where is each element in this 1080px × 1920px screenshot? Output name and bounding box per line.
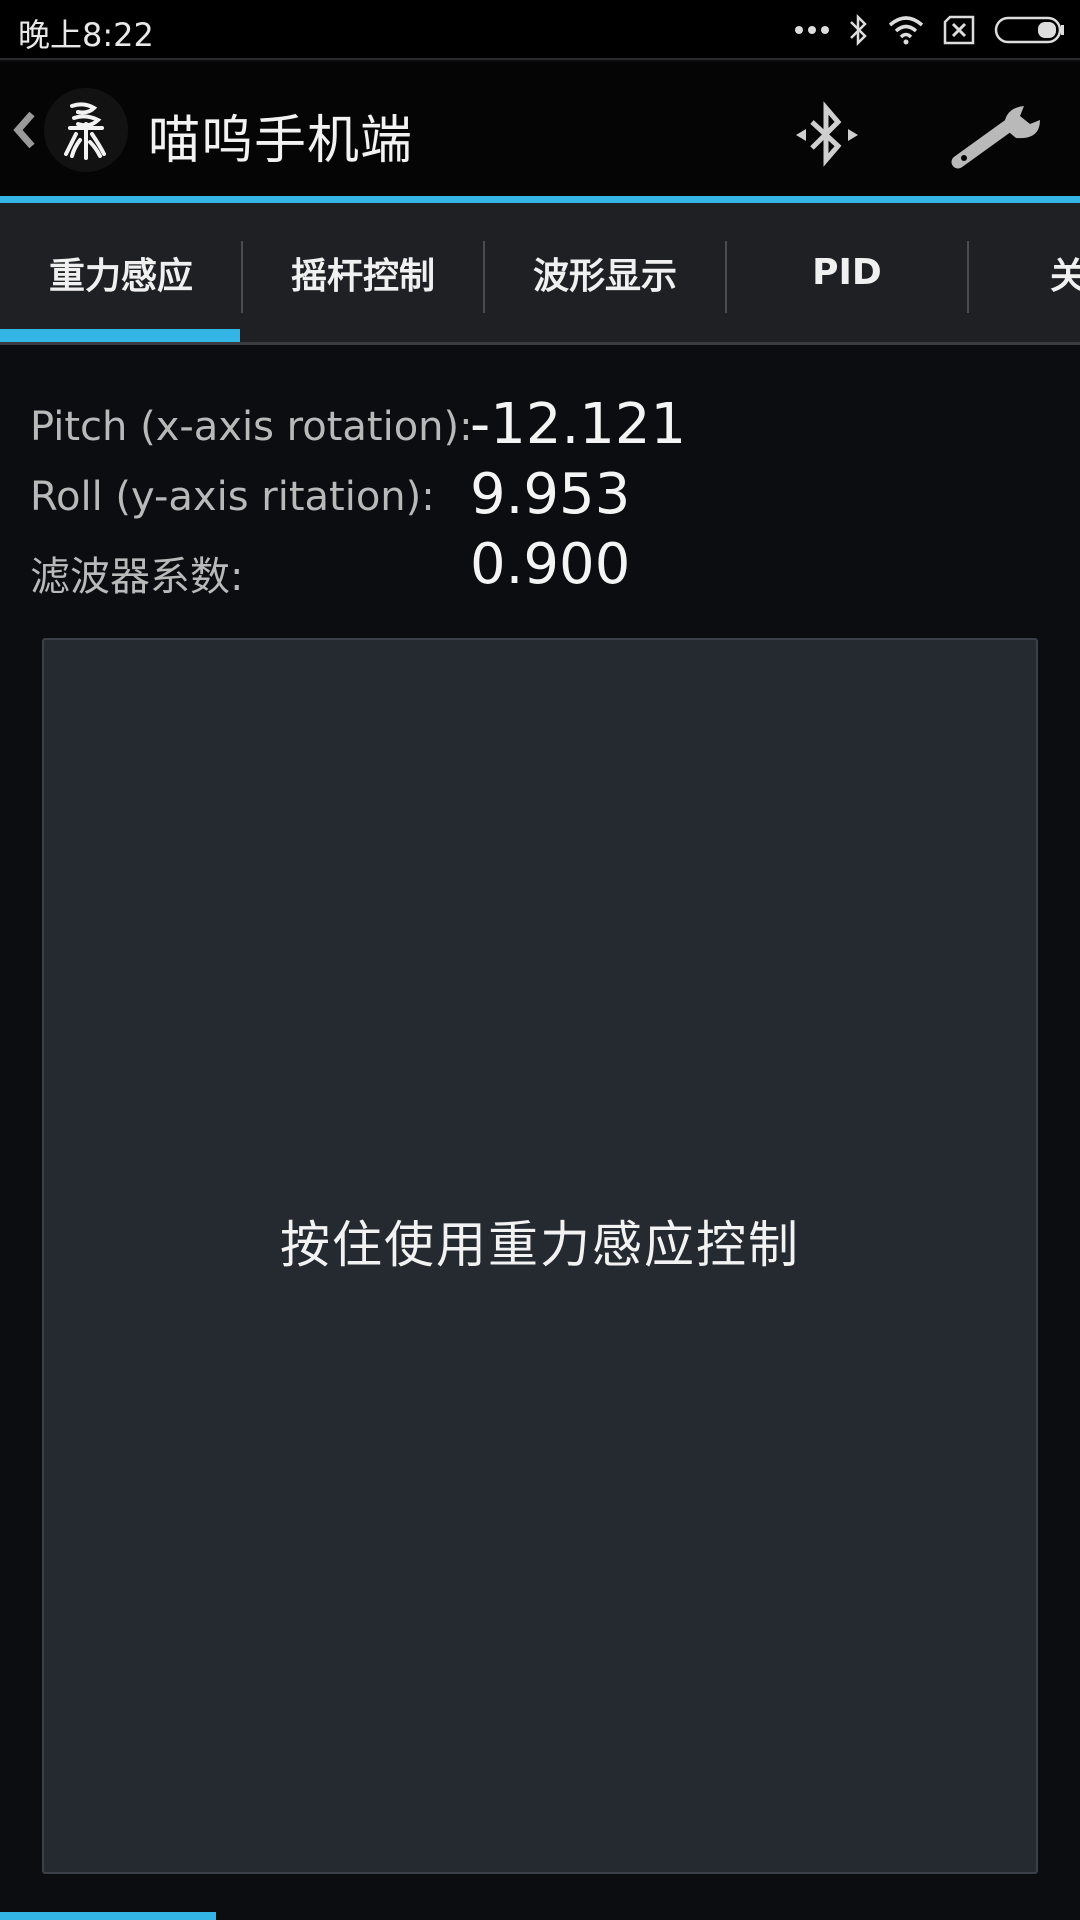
bluetooth-connect-icon[interactable] <box>790 98 864 172</box>
tab-label: 关 <box>1050 247 1080 299</box>
tab-label: 重力感应 <box>48 255 193 297</box>
roll-value: 9.953 <box>470 462 631 527</box>
pitch-label: Pitch (x-axis rotation): <box>30 404 473 450</box>
tab-label: 摇杆控制 <box>290 255 435 297</box>
sim-off-icon <box>942 15 976 45</box>
filter-coefficient-value: 0.900 <box>470 532 631 597</box>
tab-pid[interactable]: PID <box>726 203 968 342</box>
status-time: 晚上8:22 <box>18 16 154 54</box>
bluetooth-icon <box>848 13 870 47</box>
app-logo-icon[interactable] <box>44 88 128 172</box>
tab-gravity-sensing[interactable]: 重力感应 <box>0 203 242 342</box>
tab-label: 波形显示 <box>532 255 677 297</box>
tab-bar: 重力感应 摇杆控制 波形显示 PID 关 <box>0 203 1080 345</box>
battery-icon <box>994 16 1066 44</box>
wrench-icon[interactable] <box>950 98 1050 172</box>
roll-label: Roll (y-axis ritation): <box>30 474 435 520</box>
action-bar: 喵呜手机端 <box>0 62 1080 196</box>
up-chevron-icon[interactable] <box>10 100 38 160</box>
tab-waveform-display[interactable]: 波形显示 <box>484 203 726 342</box>
pitch-value: -12.121 <box>470 392 687 457</box>
selected-tab-indicator <box>0 329 240 342</box>
action-bar-underline <box>0 196 1080 203</box>
status-icons <box>794 8 1066 52</box>
filter-coefficient-readout: 滤波器系数: 0.900 <box>30 532 1050 602</box>
tab-label: PID <box>812 252 882 293</box>
status-bar: 晚上8:22 <box>0 0 1080 60</box>
tab-joystick-control[interactable]: 摇杆控制 <box>242 203 484 342</box>
pitch-readout: Pitch (x-axis rotation): -12.121 <box>30 392 1050 462</box>
gravity-control-pad[interactable]: 按住使用重力感应控制 <box>42 638 1038 1874</box>
wifi-icon <box>888 15 924 45</box>
filter-coefficient-label: 滤波器系数: <box>30 554 244 600</box>
bottom-scroll-indicator <box>0 1912 216 1920</box>
app-title: 喵呜手机端 <box>148 111 414 171</box>
roll-readout: Roll (y-axis ritation): 9.953 <box>30 462 1050 532</box>
control-pad-label: 按住使用重力感应控制 <box>280 1216 800 1274</box>
more-dots-icon <box>794 24 830 36</box>
tab-about[interactable]: 关 <box>968 203 1080 342</box>
